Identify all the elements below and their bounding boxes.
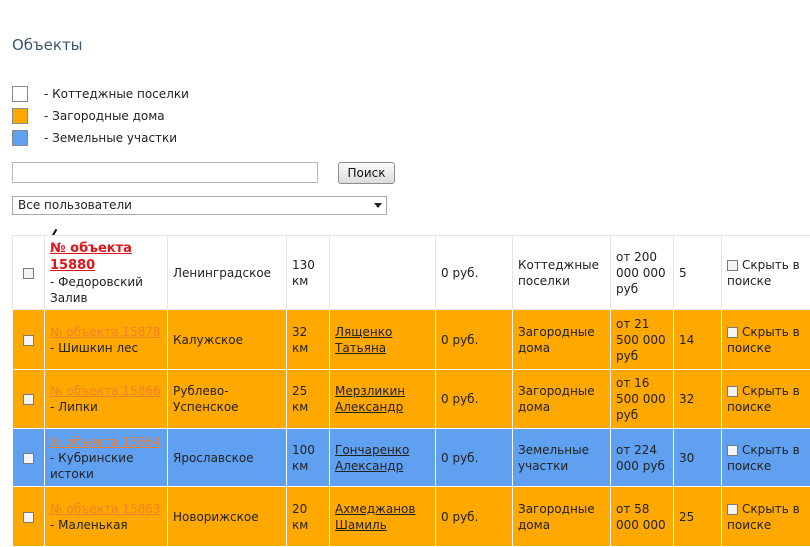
legend-swatch-house (12, 108, 28, 124)
objects-table: № объекта 15880- Федоровский Залив Ленин… (12, 235, 810, 547)
distance-cell: 25 км (287, 370, 330, 429)
direction-cell: Калужское (168, 310, 287, 370)
price-range-cell: от 21 500 000 руб (611, 310, 674, 370)
row-select-checkbox[interactable] (23, 512, 34, 523)
distance-cell: 100 км (287, 429, 330, 487)
object-link[interactable]: № объекта 15864 (50, 435, 160, 449)
legend-item-house: - Загородные дома (12, 105, 189, 127)
contact-link[interactable]: Мерзликин Александр (335, 384, 405, 414)
object-name: - Кубринские истоки (50, 451, 133, 481)
price-range-cell: от 58 000 000 (611, 487, 674, 547)
price-cell: 0 руб. (436, 310, 513, 370)
price-cell: 0 руб. (436, 236, 513, 310)
table-row: № объекта 15878 - Шишкин лес Калужское 32… (13, 310, 810, 370)
direction-cell: Ярославское (168, 429, 287, 487)
object-link[interactable]: № объекта 15880 (50, 241, 132, 273)
object-link[interactable]: № объекта 15863 (50, 502, 160, 516)
price-cell: 0 руб. (436, 429, 513, 487)
contact-link[interactable]: Гончаренко Александр (335, 443, 409, 473)
table-row: № объекта 15866 - Липки Рублево-Успенское… (13, 370, 810, 429)
direction-cell: Новорижское (168, 487, 287, 547)
search-button[interactable]: Поиск (338, 162, 395, 184)
row-select-checkbox[interactable] (23, 453, 34, 464)
legend: - Коттеджные поселки - Загородные дома -… (12, 83, 189, 149)
object-name: - Федоровский Залив (50, 275, 143, 305)
legend-label: - Коттеджные поселки (44, 87, 189, 101)
page-title: Объекты (12, 36, 83, 54)
distance-cell: 20 км (287, 487, 330, 547)
contact-link[interactable]: Ахмеджанов Шамиль (335, 502, 415, 532)
count-cell: 25 (674, 487, 722, 547)
table-row: № объекта 15863 - Маленькая Новорижское 2… (13, 487, 810, 547)
distance-cell: 130 км (287, 236, 330, 310)
chevron-down-icon (374, 203, 382, 208)
hide-in-search-checkbox[interactable] (727, 504, 738, 515)
category-cell: Коттеджные поселки (513, 236, 611, 310)
hide-in-search-checkbox[interactable] (727, 260, 738, 271)
category-cell: Земельные участки (513, 429, 611, 487)
object-link[interactable]: № объекта 15878 (50, 325, 160, 339)
row-select-checkbox[interactable] (23, 335, 34, 346)
user-filter-select[interactable]: Все пользователи (12, 196, 387, 215)
table-row: № объекта 15864 - Кубринские истоки Яросл… (13, 429, 810, 487)
legend-label: - Загородные дома (44, 109, 165, 123)
hide-in-search-checkbox[interactable] (727, 327, 738, 338)
object-name: - Шишкин лес (50, 341, 138, 355)
price-range-cell: от 200 000 000 руб (611, 236, 674, 310)
distance-cell: 32 км (287, 310, 330, 370)
price-range-cell: от 224 000 руб (611, 429, 674, 487)
contact-link[interactable]: Лященко Татьяна (335, 325, 392, 355)
user-filter-value: Все пользователи (18, 198, 132, 212)
count-cell: 5 (674, 236, 722, 310)
legend-swatch-land (12, 130, 28, 146)
direction-cell: Ленинградское (168, 236, 287, 310)
price-cell: 0 руб. (436, 487, 513, 547)
object-name: - Маленькая (50, 518, 128, 532)
legend-item-cottage: - Коттеджные поселки (12, 83, 189, 105)
price-cell: 0 руб. (436, 370, 513, 429)
row-select-checkbox[interactable] (23, 394, 34, 405)
category-cell: Загородные дома (513, 370, 611, 429)
object-name: - Липки (50, 400, 98, 414)
hide-in-search-checkbox[interactable] (727, 386, 738, 397)
hide-in-search-checkbox[interactable] (727, 445, 738, 456)
search-input[interactable] (12, 162, 318, 183)
table-row: № объекта 15880- Федоровский Залив Ленин… (13, 236, 810, 310)
direction-cell: Рублево-Успенское (168, 370, 287, 429)
count-cell: 30 (674, 429, 722, 487)
count-cell: 14 (674, 310, 722, 370)
price-range-cell: от 16 500 000 руб (611, 370, 674, 429)
row-select-checkbox[interactable] (23, 268, 34, 279)
legend-swatch-cottage (12, 86, 28, 102)
category-cell: Загородные дома (513, 310, 611, 370)
legend-item-land: - Земельные участки (12, 127, 189, 149)
object-link[interactable]: № объекта 15866 (50, 384, 160, 398)
category-cell: Загородные дома (513, 487, 611, 547)
count-cell: 32 (674, 370, 722, 429)
legend-label: - Земельные участки (44, 131, 177, 145)
